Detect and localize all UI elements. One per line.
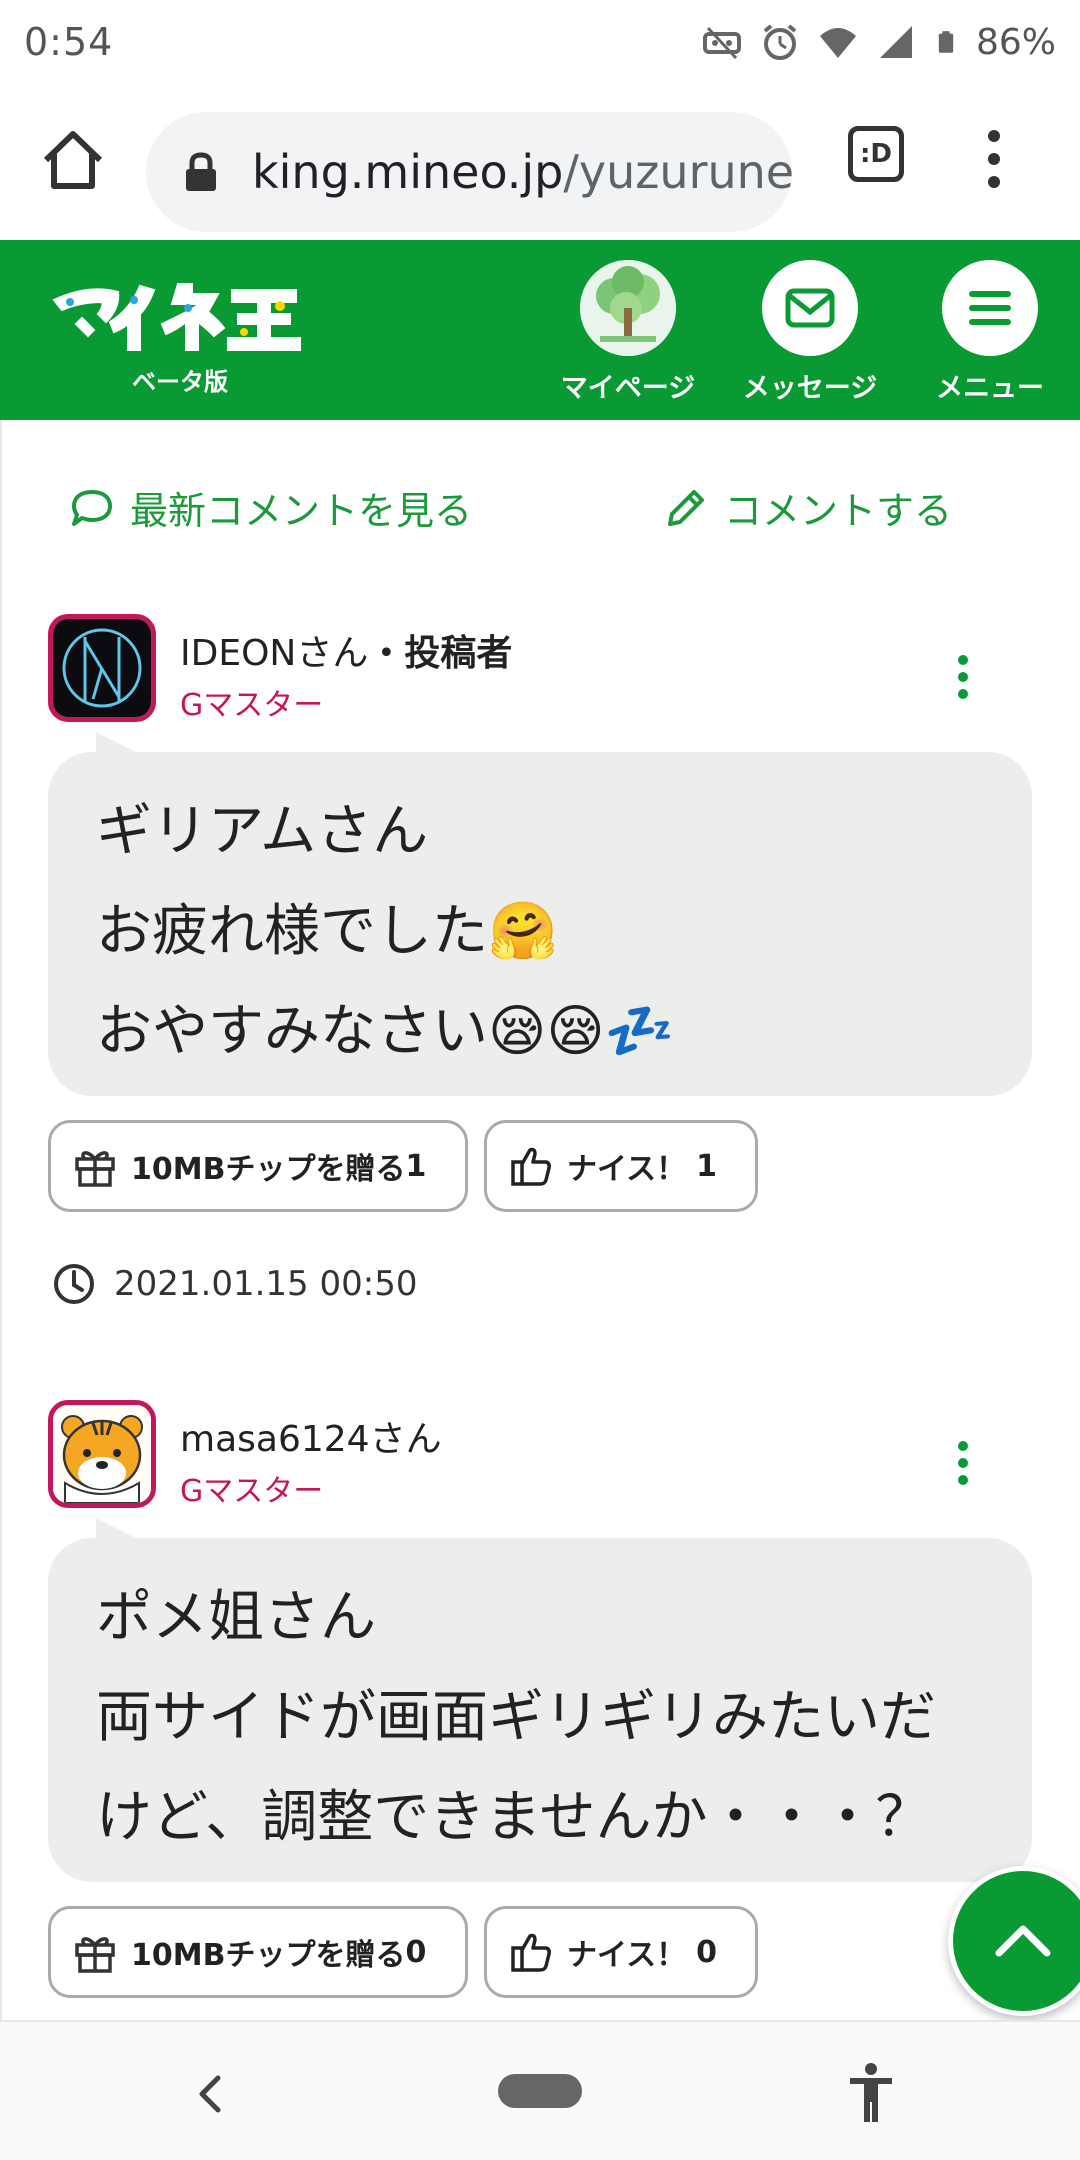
gift-label: 10MBチップを贈る [131, 1938, 406, 1973]
comment-body: ギリアムさん お疲れ様でした🤗 おやすみなさい😪😪💤 [48, 732, 1032, 1096]
gift-icon [75, 1937, 115, 1973]
browser-toolbar: king.mineo.jp/yuzurune/ :D [0, 84, 1080, 240]
menu-circle [942, 260, 1038, 356]
tiger-avatar-image [53, 1405, 151, 1503]
nice-button[interactable]: ナイス！ 0 [484, 1906, 758, 1998]
comment-body: ポメ姐さん 両サイドが画面ギリギリみたいだ けど、調整できませんか・・・？ [48, 1518, 1032, 1882]
bubble-tail [96, 732, 140, 754]
wifi-icon [819, 28, 856, 58]
nice-count: 0 [696, 1934, 717, 1970]
ideon-avatar-image [53, 619, 151, 717]
beta-label: ベータ版 [132, 368, 228, 396]
signal-icon [879, 26, 912, 58]
avatar[interactable] [48, 614, 156, 722]
system-navigation-bar [0, 2020, 1080, 2160]
url-path: /yuzurune/ [563, 145, 792, 199]
thumbs-up-icon [511, 1933, 551, 1972]
bubble-tail [96, 1518, 140, 1540]
gift-count: 1 [405, 1148, 427, 1184]
avatar[interactable] [48, 1400, 156, 1508]
write-comment-link[interactable]: コメントする [664, 480, 952, 535]
nav-menu-label: メニュー [936, 373, 1044, 404]
user-rank: Gマスター [180, 1474, 324, 1509]
post-username[interactable]: IDEONさん・投稿者 [180, 624, 512, 676]
pencil-icon [668, 489, 704, 526]
gift-icon [75, 1151, 115, 1187]
gift-chip-button[interactable]: 10MBチップを贈る 0 [48, 1906, 468, 1998]
username-text: IDEONさん [180, 633, 369, 674]
address-bar[interactable]: king.mineo.jp/yuzurune/ [146, 112, 792, 232]
envelope-icon [785, 288, 835, 328]
write-comment-label: コメントする [724, 489, 953, 533]
messages-circle [762, 260, 858, 356]
comment-line: 両サイドが画面ギリギリみたいだ [96, 1685, 936, 1750]
clock-icon [54, 1264, 94, 1304]
overflow-menu-icon[interactable] [974, 124, 1014, 194]
alarm-icon [763, 24, 797, 60]
poster-badge: ・投稿者 [368, 633, 513, 674]
comment-line: お疲れ様でした🤗 [96, 899, 558, 964]
latest-comments-label: 最新コメントを見る [130, 489, 473, 533]
post-options-icon[interactable] [955, 654, 971, 700]
nav-menu[interactable]: メニュー [910, 260, 1070, 405]
post-options-icon[interactable] [955, 1440, 971, 1486]
home-pill[interactable] [498, 2074, 582, 2108]
nice-button[interactable]: ナイス！ 1 [484, 1120, 758, 1212]
thumbs-up-icon [511, 1147, 551, 1186]
gift-chip-button[interactable]: 10MBチップを贈る 1 [48, 1120, 468, 1212]
comments-section: 最新コメントを見る コメントする IDEONさん・投稿者 Gマスター ギリアムさ… [0, 420, 1080, 2020]
back-icon[interactable] [190, 2070, 230, 2118]
gift-count: 0 [405, 1934, 427, 1970]
nice-count: 1 [696, 1148, 717, 1184]
nice-label: ナイス！ [567, 1938, 687, 1973]
accessibility-icon[interactable] [846, 2062, 896, 2124]
nice-label: ナイス！ [567, 1152, 687, 1187]
nav-mypage[interactable]: マイページ [548, 260, 708, 405]
post-username[interactable]: masa6124さん [180, 1410, 442, 1462]
site-header: ベータ版 マイページ メッセージ メニュー [0, 240, 1080, 420]
timestamp-text: 2021.01.15 00:50 [114, 1264, 418, 1304]
lock-icon [186, 152, 216, 191]
post-timestamp: 2021.01.15 00:50 [52, 1262, 417, 1306]
nav-messages-label: メッセージ [742, 373, 878, 404]
status-bar: 0:54 86% [0, 0, 1080, 84]
vr-headset-icon [702, 26, 741, 60]
battery-icon [938, 31, 954, 53]
latest-comments-link[interactable]: 最新コメントを見る [70, 480, 472, 535]
speech-bubble-icon [72, 489, 112, 526]
mypage-avatar [580, 260, 676, 356]
battery-percent: 86% [975, 21, 1056, 63]
gift-label: 10MBチップを贈る [131, 1152, 406, 1187]
url-host: king.mineo.jp [252, 145, 564, 199]
tab-switcher-button[interactable]: :D [848, 126, 904, 182]
user-rank: Gマスター [180, 688, 324, 723]
chevron-up-icon [995, 1925, 1051, 1957]
nav-messages[interactable]: メッセージ [730, 260, 890, 405]
comment-line: ポメ姐さん [96, 1585, 376, 1650]
comment-line: おやすみなさい😪😪💤 [96, 999, 675, 1064]
comment-line: ギリアムさん [96, 799, 429, 864]
nav-mypage-label: マイページ [560, 373, 696, 404]
status-time: 0:54 [24, 20, 114, 64]
hamburger-icon [969, 291, 1011, 325]
home-icon[interactable] [38, 126, 108, 196]
tree-icon [580, 260, 676, 356]
comment-line: けど、調整できませんか・・・？ [96, 1785, 932, 1850]
